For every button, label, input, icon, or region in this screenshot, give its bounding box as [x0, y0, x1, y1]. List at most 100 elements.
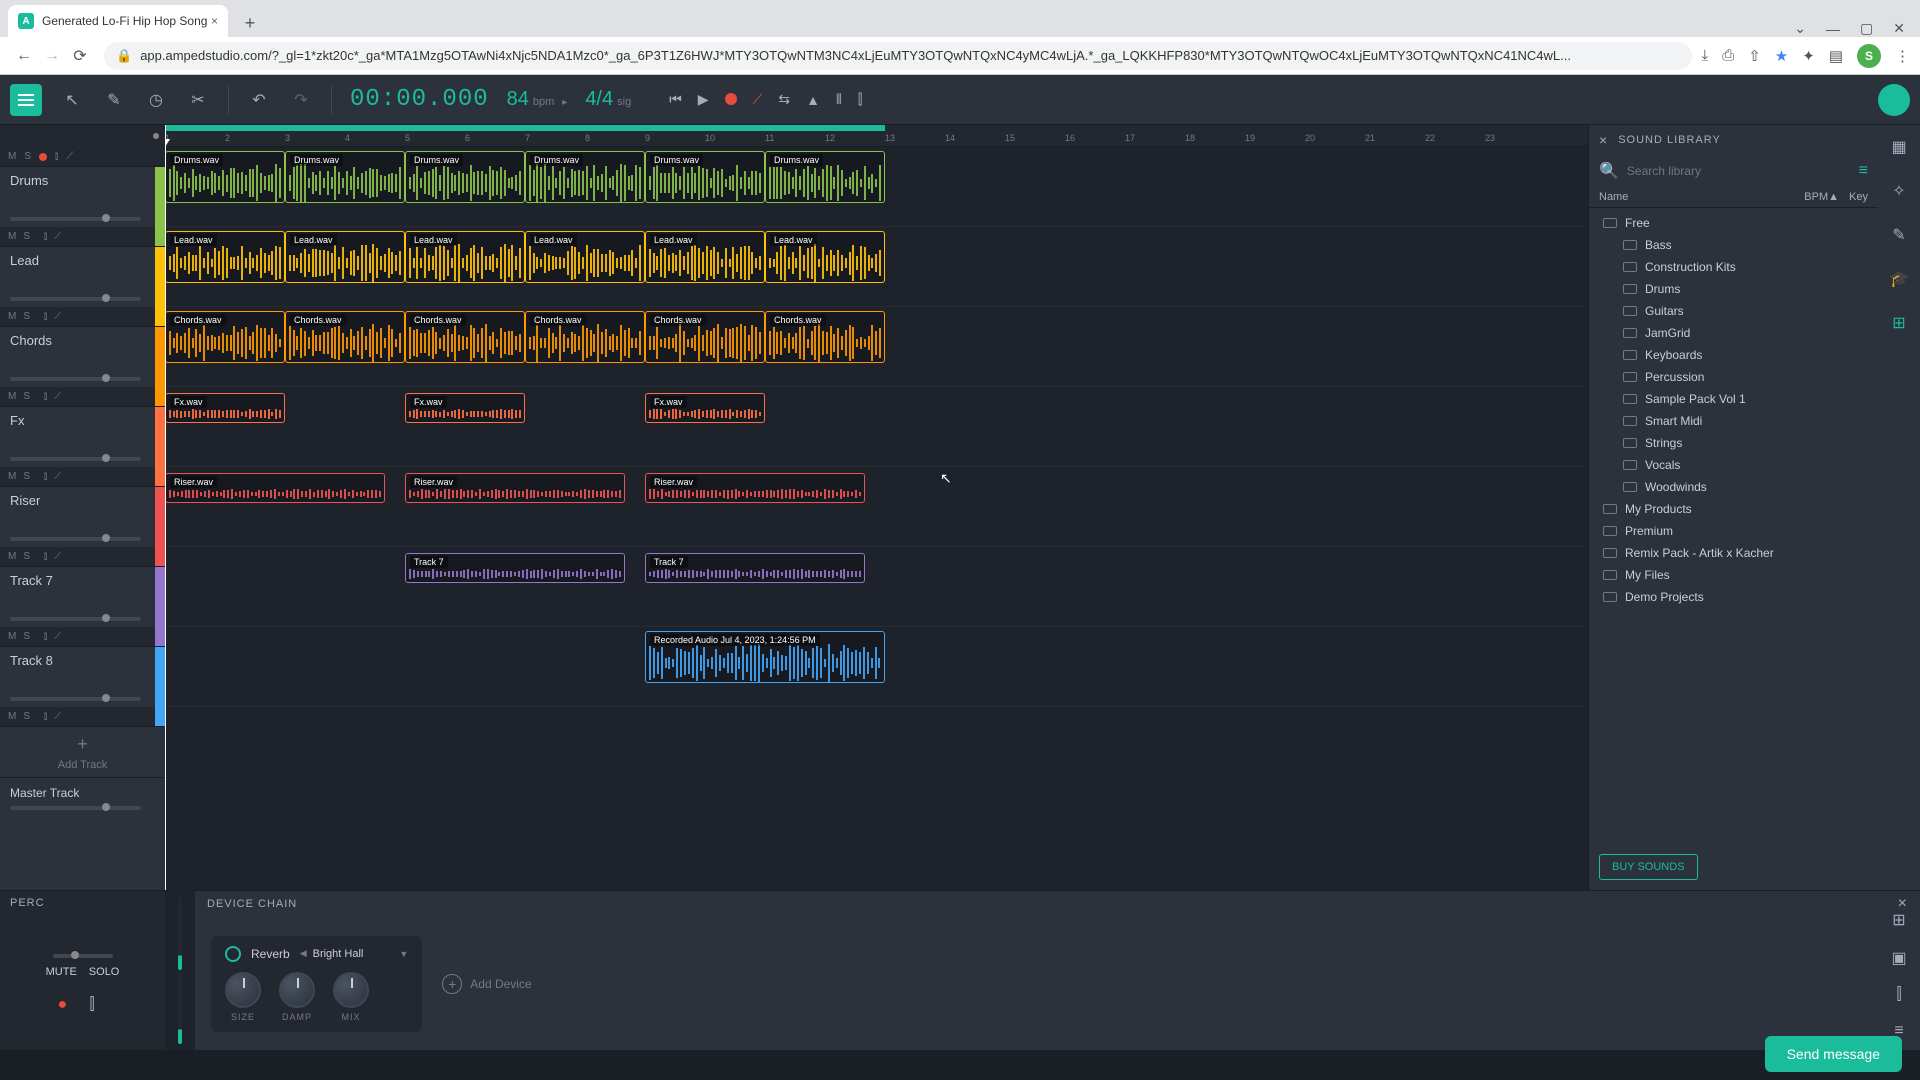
- menu-icon[interactable]: ⋮: [1895, 47, 1910, 65]
- reload-icon[interactable]: ⟳: [66, 46, 94, 66]
- track-lane[interactable]: Track 7 Track 7: [165, 547, 1588, 627]
- extensions-icon[interactable]: ✦: [1802, 47, 1815, 65]
- loop-region[interactable]: [165, 125, 885, 131]
- library-icon[interactable]: ⊞: [1887, 311, 1911, 335]
- profile-avatar[interactable]: S: [1857, 44, 1881, 68]
- solo-button[interactable]: S: [23, 311, 30, 322]
- mute-button[interactable]: M: [8, 391, 16, 402]
- track-volume-slider[interactable]: [10, 617, 141, 621]
- add-track-button[interactable]: + Add Track: [0, 727, 165, 777]
- audio-clip[interactable]: Riser.wav: [645, 473, 865, 503]
- education-icon[interactable]: 🎓: [1887, 267, 1911, 291]
- audio-clip[interactable]: Fx.wav: [645, 393, 765, 423]
- audio-clip[interactable]: Lead.wav: [165, 231, 285, 283]
- rewind-icon[interactable]: ⏮: [669, 91, 682, 108]
- eq-icon[interactable]: ⫾: [44, 631, 47, 642]
- automation-icon[interactable]: ⟋: [54, 231, 61, 242]
- track-row[interactable]: FxMS⫾⟋: [0, 407, 165, 487]
- wand-icon[interactable]: ✧: [1887, 179, 1911, 203]
- eq-bars-icon[interactable]: ⫿: [90, 996, 108, 1014]
- knob-dial[interactable]: [279, 972, 315, 1008]
- automation-icon[interactable]: ⟋: [54, 311, 61, 322]
- mute-button[interactable]: M: [8, 231, 16, 242]
- audio-clip[interactable]: Drums.wav: [645, 151, 765, 203]
- track-lane[interactable]: Drums.wavDrums.wavDrums.wavDrums.wavDrum…: [165, 147, 1588, 227]
- playhead[interactable]: [165, 125, 166, 890]
- knob-dial[interactable]: [225, 972, 261, 1008]
- solo-button[interactable]: S: [23, 711, 30, 722]
- audio-clip[interactable]: Lead.wav: [285, 231, 405, 283]
- master-volume-slider[interactable]: [10, 806, 141, 810]
- filter-icon[interactable]: ≡: [1859, 162, 1868, 180]
- minimize-icon[interactable]: —: [1826, 21, 1840, 37]
- audio-clip[interactable]: Drums.wav: [285, 151, 405, 203]
- play-icon[interactable]: ▶: [698, 91, 709, 108]
- perc-mute-button[interactable]: MUTE: [46, 966, 77, 978]
- library-folder[interactable]: My Products: [1589, 498, 1878, 520]
- install-icon[interactable]: ⤓: [1702, 47, 1709, 64]
- timer-tool-icon[interactable]: ◷: [144, 90, 168, 110]
- library-folder[interactable]: Free: [1589, 212, 1878, 234]
- snap-icon[interactable]: ⫴: [836, 91, 842, 108]
- col-bpm[interactable]: BPM▲: [1804, 191, 1839, 203]
- audio-clip[interactable]: Riser.wav: [405, 473, 625, 503]
- track-lane[interactable]: Chords.wavChords.wavChords.wavChords.wav…: [165, 307, 1588, 387]
- track-volume-slider[interactable]: [10, 537, 141, 541]
- eq-icon[interactable]: ⫾: [44, 231, 47, 242]
- eq-icon[interactable]: ⫾: [44, 311, 47, 322]
- new-tab-button[interactable]: +: [236, 9, 264, 37]
- audio-clip[interactable]: Track 7: [405, 553, 625, 583]
- tab-close-icon[interactable]: ×: [211, 14, 218, 28]
- solo-button[interactable]: S: [23, 551, 30, 562]
- library-subfolder[interactable]: Guitars: [1589, 300, 1878, 322]
- mixer-icon[interactable]: ⫿: [858, 91, 862, 108]
- translate-icon[interactable]: ⎙: [1722, 47, 1734, 64]
- audio-clip[interactable]: Lead.wav: [645, 231, 765, 283]
- piano-icon[interactable]: ⫿: [1896, 986, 1901, 1004]
- library-folder[interactable]: Remix Pack - Artik x Kacher: [1589, 542, 1878, 564]
- audio-clip[interactable]: Fx.wav: [165, 393, 285, 423]
- audio-clip[interactable]: Drums.wav: [405, 151, 525, 203]
- track-row[interactable]: DrumsMS⫾⟋: [0, 167, 165, 247]
- arm-record-icon[interactable]: [39, 153, 47, 161]
- track-row[interactable]: Track 7MS⫾⟋: [0, 567, 165, 647]
- automation-icon[interactable]: ⟋: [54, 391, 61, 402]
- audio-clip[interactable]: Chords.wav: [765, 311, 885, 363]
- library-subfolder[interactable]: Vocals: [1589, 454, 1878, 476]
- preset-selector[interactable]: ◀ Bright Hall ▼: [300, 948, 409, 960]
- audio-clip[interactable]: Recorded Audio Jul 4, 2023, 1:24:56 PM: [645, 631, 885, 683]
- library-subfolder[interactable]: Percussion: [1589, 366, 1878, 388]
- track-volume-slider[interactable]: [10, 217, 141, 221]
- audio-clip[interactable]: Lead.wav: [405, 231, 525, 283]
- track-volume-slider[interactable]: [10, 377, 141, 381]
- user-avatar[interactable]: [1878, 84, 1910, 116]
- audio-clip[interactable]: Chords.wav: [405, 311, 525, 363]
- automation-icon[interactable]: ⟋: [66, 151, 73, 162]
- mic-icon[interactable]: ●: [58, 996, 76, 1014]
- add-device-button[interactable]: + Add Device: [442, 974, 531, 994]
- pencil-tool-icon[interactable]: ✎: [102, 90, 126, 110]
- library-search-input[interactable]: [1627, 164, 1851, 178]
- close-window-icon[interactable]: ✕: [1893, 20, 1905, 37]
- url-input[interactable]: 🔒 app.ampedstudio.com/?_gl=1*zkt20c*_ga*…: [104, 42, 1692, 70]
- audio-clip[interactable]: Track 7: [645, 553, 865, 583]
- audio-clip[interactable]: Drums.wav: [165, 151, 285, 203]
- grid-icon[interactable]: ⊞: [1892, 910, 1905, 930]
- timeline-ruler[interactable]: 1234567891011121314151617181920212223: [165, 125, 1588, 147]
- knob-dial[interactable]: [333, 972, 369, 1008]
- mute-button[interactable]: M: [8, 151, 16, 162]
- audio-clip[interactable]: Chords.wav: [165, 311, 285, 363]
- library-subfolder[interactable]: Strings: [1589, 432, 1878, 454]
- track-lane[interactable]: Recorded Audio Jul 4, 2023, 1:24:56 PM: [165, 627, 1588, 707]
- library-subfolder[interactable]: Sample Pack Vol 1: [1589, 388, 1878, 410]
- automation-icon[interactable]: ⟋: [54, 631, 61, 642]
- time-display[interactable]: 00:00.000: [350, 86, 489, 113]
- library-subfolder[interactable]: Woodwinds: [1589, 476, 1878, 498]
- sidebar-icon[interactable]: ▤: [1829, 47, 1843, 65]
- track-row[interactable]: LeadMS⫾⟋: [0, 247, 165, 327]
- track-lane[interactable]: Riser.wavRiser.wavRiser.wav: [165, 467, 1588, 547]
- bpm-stepper-icon[interactable]: ▸: [562, 97, 567, 108]
- master-track-label[interactable]: Master Track: [0, 777, 165, 818]
- cut-tool-icon[interactable]: ✂: [186, 90, 210, 110]
- solo-button[interactable]: S: [23, 631, 30, 642]
